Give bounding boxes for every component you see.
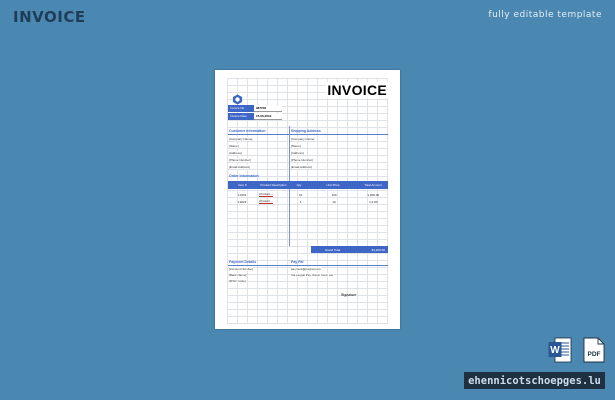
cell-total: 1,000.00 [367,192,380,197]
shipping-line: [Phone Number] [291,158,313,162]
invoice-number-label: Invoice No. [228,105,254,112]
invoice-number-value: 987158 [254,105,282,112]
invoice-date-row: Invoice Date 15-06-2019 [228,113,282,120]
order-table-header: Item # Product Description Qty Unit Pric… [228,181,388,189]
payment-line: [IFSC Code] [229,279,246,283]
svg-text:W: W [550,345,560,356]
cell-unit-price: 100 [331,192,337,197]
paypal-line: Via paypal Pay, Resin Card, etc. [291,273,334,277]
shipping-line: [Address] [291,151,304,155]
invoice-heading: INVOICE [326,82,388,98]
section-rule [228,265,388,266]
paypal-title: Pay Pal [291,260,304,264]
customer-line: [Email Address] [229,165,250,169]
cell-product-text: Product ... [259,199,274,204]
invoice-date-label: Invoice Date [228,113,254,120]
shipping-line: [Email Address] [291,165,312,169]
paypal-line: payment@paypal.com [291,267,321,271]
invoice-date-value: 15-06-2019 [254,113,282,120]
invoice-meta: Invoice No. 987158 Invoice Date 15-06-20… [228,105,282,121]
customer-line: [Company Name] [229,137,253,141]
cell-unit-price: 10 [332,199,336,204]
section-rule [228,134,388,135]
page-title: INVOICE [13,8,86,26]
order-info-title: Order Information [229,174,259,178]
invoice-number-row: Invoice No. 987158 [228,105,282,112]
grand-total-value: $1,200.00 [371,247,385,252]
cell-qty: 1 [299,199,302,204]
logo-icon [232,94,243,105]
cell-product: Product ... [256,191,291,198]
pdf-icon[interactable]: PDF [583,337,605,363]
pdf-icon-label: PDF [588,351,601,358]
column-header-item: Item # [238,182,247,187]
cell-product: Product ... [256,198,291,205]
payment-details-title: Payment Details [229,260,257,264]
customer-line: [Address] [229,151,242,155]
cell-item: 10131 [238,192,247,197]
column-header-total: Total Amount [364,182,382,187]
cell-qty: 10 [298,192,303,197]
customer-line: [Phone Number] [229,158,251,162]
cell-total: 1,0.00 [369,199,378,204]
shipping-address-title: Shipping Address [291,129,321,133]
shipping-line: [Name] [291,144,301,148]
shipping-line: [Company Name] [291,137,315,141]
table-row[interactable]: 10131 Product ... 10 100 1,000.00 [228,191,388,198]
column-header-unit-price: Unit Price [326,182,340,187]
customer-line: [Name] [229,144,239,148]
signature-label: Signature [341,292,357,297]
grand-total-bar: Grand Total $1,200.00 [311,246,388,253]
payment-line: [Account Number] [229,267,254,271]
watermark-badge: ehennicotschoepges.lu [464,372,605,389]
column-header-product: Product Description [260,182,287,187]
cell-product-text: Product ... [259,192,274,197]
customer-info-title: Customer Information [229,129,266,133]
word-icon[interactable]: W [548,337,572,363]
grand-total-label: Grand Total [324,247,341,252]
invoice-preview[interactable]: INVOICE Invoice No. 987158 Invoice Date … [215,70,400,329]
page-subtitle: fully editable template [488,10,602,20]
payment-line: [Bank Name] [229,273,247,277]
cell-item: 12022 [238,199,247,204]
table-row[interactable]: 12022 Product ... 1 10 1,0.00 [228,198,388,205]
column-header-qty: Qty [296,182,302,187]
